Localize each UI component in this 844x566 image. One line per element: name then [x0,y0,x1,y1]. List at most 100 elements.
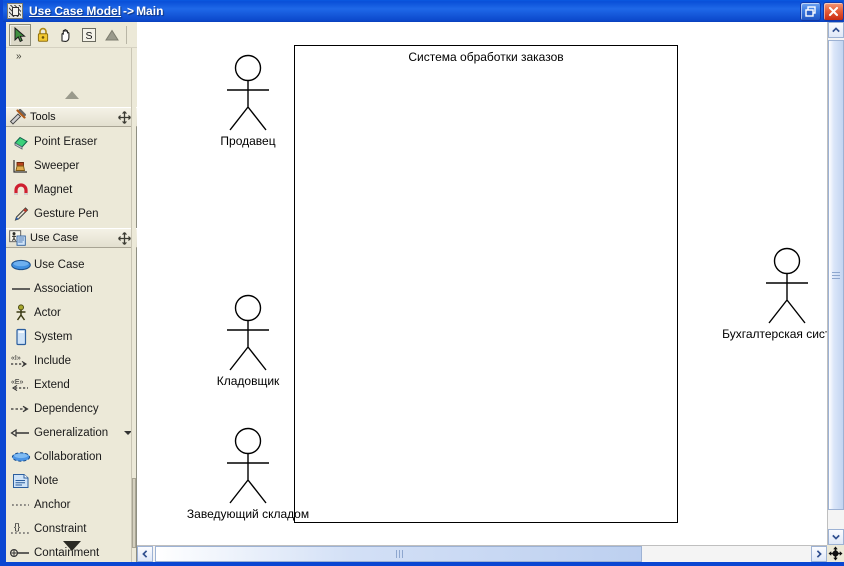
group-header-use-case[interactable]: Use Case [6,228,137,248]
palette-item-association[interactable]: Association [6,277,137,301]
palette-item-point-eraser[interactable]: Point Eraser [6,130,137,154]
actor-buhgalterskaya-sistema[interactable]: Бухгалтерская система [722,247,827,341]
palette-item-anchor[interactable]: Anchor [6,493,137,517]
palette-item-label: Sweeper [34,160,80,172]
collaboration-ellipse-icon [8,447,34,467]
triangle-up-icon [105,29,119,40]
scroll-right-button[interactable] [811,546,827,562]
chevron-up-icon [832,27,840,33]
move-handle-icon[interactable] [118,111,131,124]
system-box-icon [8,327,34,347]
svg-text:{}: {} [14,522,20,532]
palette-item-use-case[interactable]: Use Case [6,253,137,277]
horizontal-scrollbar-thumb[interactable] [155,546,642,562]
pan-corner-button[interactable] [827,545,844,562]
palette-item-label: Association [34,283,93,295]
svg-text:S: S [85,30,92,42]
palette-item-label: Include [34,355,72,367]
association-line-icon [8,279,34,299]
move-handle-icon[interactable] [118,232,131,245]
palette-item-label: Generalization [34,427,109,439]
scrollbar-grip-icon [395,550,403,558]
palette-item-label: Note [34,475,59,487]
restore-button[interactable] [800,2,821,21]
palette-item-gesture-pen[interactable]: Gesture Pen [6,202,137,226]
group-header-tools[interactable]: Tools [6,107,137,127]
palette-scroll-down-button[interactable] [6,535,137,557]
group-header-label: Tools [30,111,56,123]
palette-item-collaboration[interactable]: Collaboration [6,445,137,469]
palette-item-dependency[interactable]: Dependency [6,397,137,421]
gesture-pen-icon [8,204,34,224]
note-icon [8,471,34,491]
palette-item-label: Extend [34,379,70,391]
pan-move-icon [828,546,843,561]
system-boundary-title: Система обработки заказов [408,50,564,64]
window-title-sub: Main [136,4,164,18]
actor-prodavec[interactable]: Продавец [215,54,281,148]
mini-toolbar: S [6,22,137,48]
palette-item-label: Constraint [34,523,87,535]
horizontal-scrollbar[interactable] [137,545,827,562]
palette-item-note[interactable]: Note [6,469,137,493]
palette-scrollbar-thumb[interactable] [132,478,136,548]
palette-item-include[interactable]: «I» Include [6,349,137,373]
window-title-main: Use Case Model [29,4,122,18]
generalization-arrow-icon [8,423,34,443]
palette-item-sweeper[interactable]: Sweeper [6,154,137,178]
select-tool[interactable] [9,23,31,46]
palette-item-magnet[interactable]: Magnet [6,178,137,202]
actor-zaveduyushchiy-skladom[interactable]: Заведующий складом [187,427,309,521]
palette-item-label: Point Eraser [34,136,98,148]
lock-tool[interactable] [32,24,54,46]
scroll-left-button[interactable] [137,546,153,562]
lock-icon [37,27,49,42]
magnet-icon [8,180,34,200]
window-controls [800,2,844,21]
vertical-scrollbar-thumb[interactable] [828,40,844,510]
palette-item-label: Dependency [34,403,99,415]
cursor-arrow-icon [14,26,26,42]
scrollbar-grip-icon [832,272,840,279]
chevron-right-icon [816,550,822,558]
window-body: S » Tools Point Eraser Sweeper Magnet Ge… [6,22,844,562]
palette-item-system[interactable]: System [6,325,137,349]
chevron-double-down-icon[interactable]: » [16,52,22,62]
actor-stick-figure-icon [8,303,34,323]
s-tool[interactable]: S [78,24,100,46]
palette-item-actor[interactable]: Actor [6,301,137,325]
close-button[interactable] [823,2,844,21]
actor-label: Продавец [220,134,276,148]
extend-arrow-icon: «E» [8,375,34,395]
anchor-dotted-icon [8,495,34,515]
sweeper-icon [8,156,34,176]
triangle-tool[interactable] [101,24,123,46]
actor-label: Кладовщик [216,374,280,388]
actor-label: Бухгалтерская система [722,327,827,341]
palette-item-extend[interactable]: «E» Extend [6,373,137,397]
scroll-up-button[interactable] [828,22,844,38]
palette-scroll-up-button[interactable] [6,71,137,107]
palette-scrollbar[interactable] [131,48,136,562]
scroll-down-button[interactable] [828,529,844,545]
diagram-canvas[interactable]: Система обработки заказов Продавец Кладо… [137,22,827,545]
chevron-left-icon [142,550,148,558]
svg-text:«E»: «E» [11,379,24,386]
palette-item-generalization[interactable]: Generalization [6,421,137,445]
system-boundary-box[interactable]: Система обработки заказов [294,45,678,523]
toolbar-divider [126,25,127,44]
palette-item-label: Actor [34,307,61,319]
palette-item-label: System [34,331,73,343]
palette-item-label: Anchor [34,499,71,511]
tools-hammer-icon [9,108,26,125]
actor-kladovshchik[interactable]: Кладовщик [215,294,281,388]
actor-label: Заведующий складом [186,507,310,521]
title-bar[interactable]: Use Case Model -> Main [3,0,844,22]
pan-tool[interactable] [55,24,77,46]
vertical-scrollbar[interactable] [827,22,844,545]
diagram-area: Система обработки заказов Продавец Кладо… [137,22,844,562]
chevron-down-icon [832,534,840,540]
palette-item-label: Gesture Pen [34,208,99,220]
palette-item-label: Magnet [34,184,73,196]
window-title-separator: -> [123,4,135,18]
